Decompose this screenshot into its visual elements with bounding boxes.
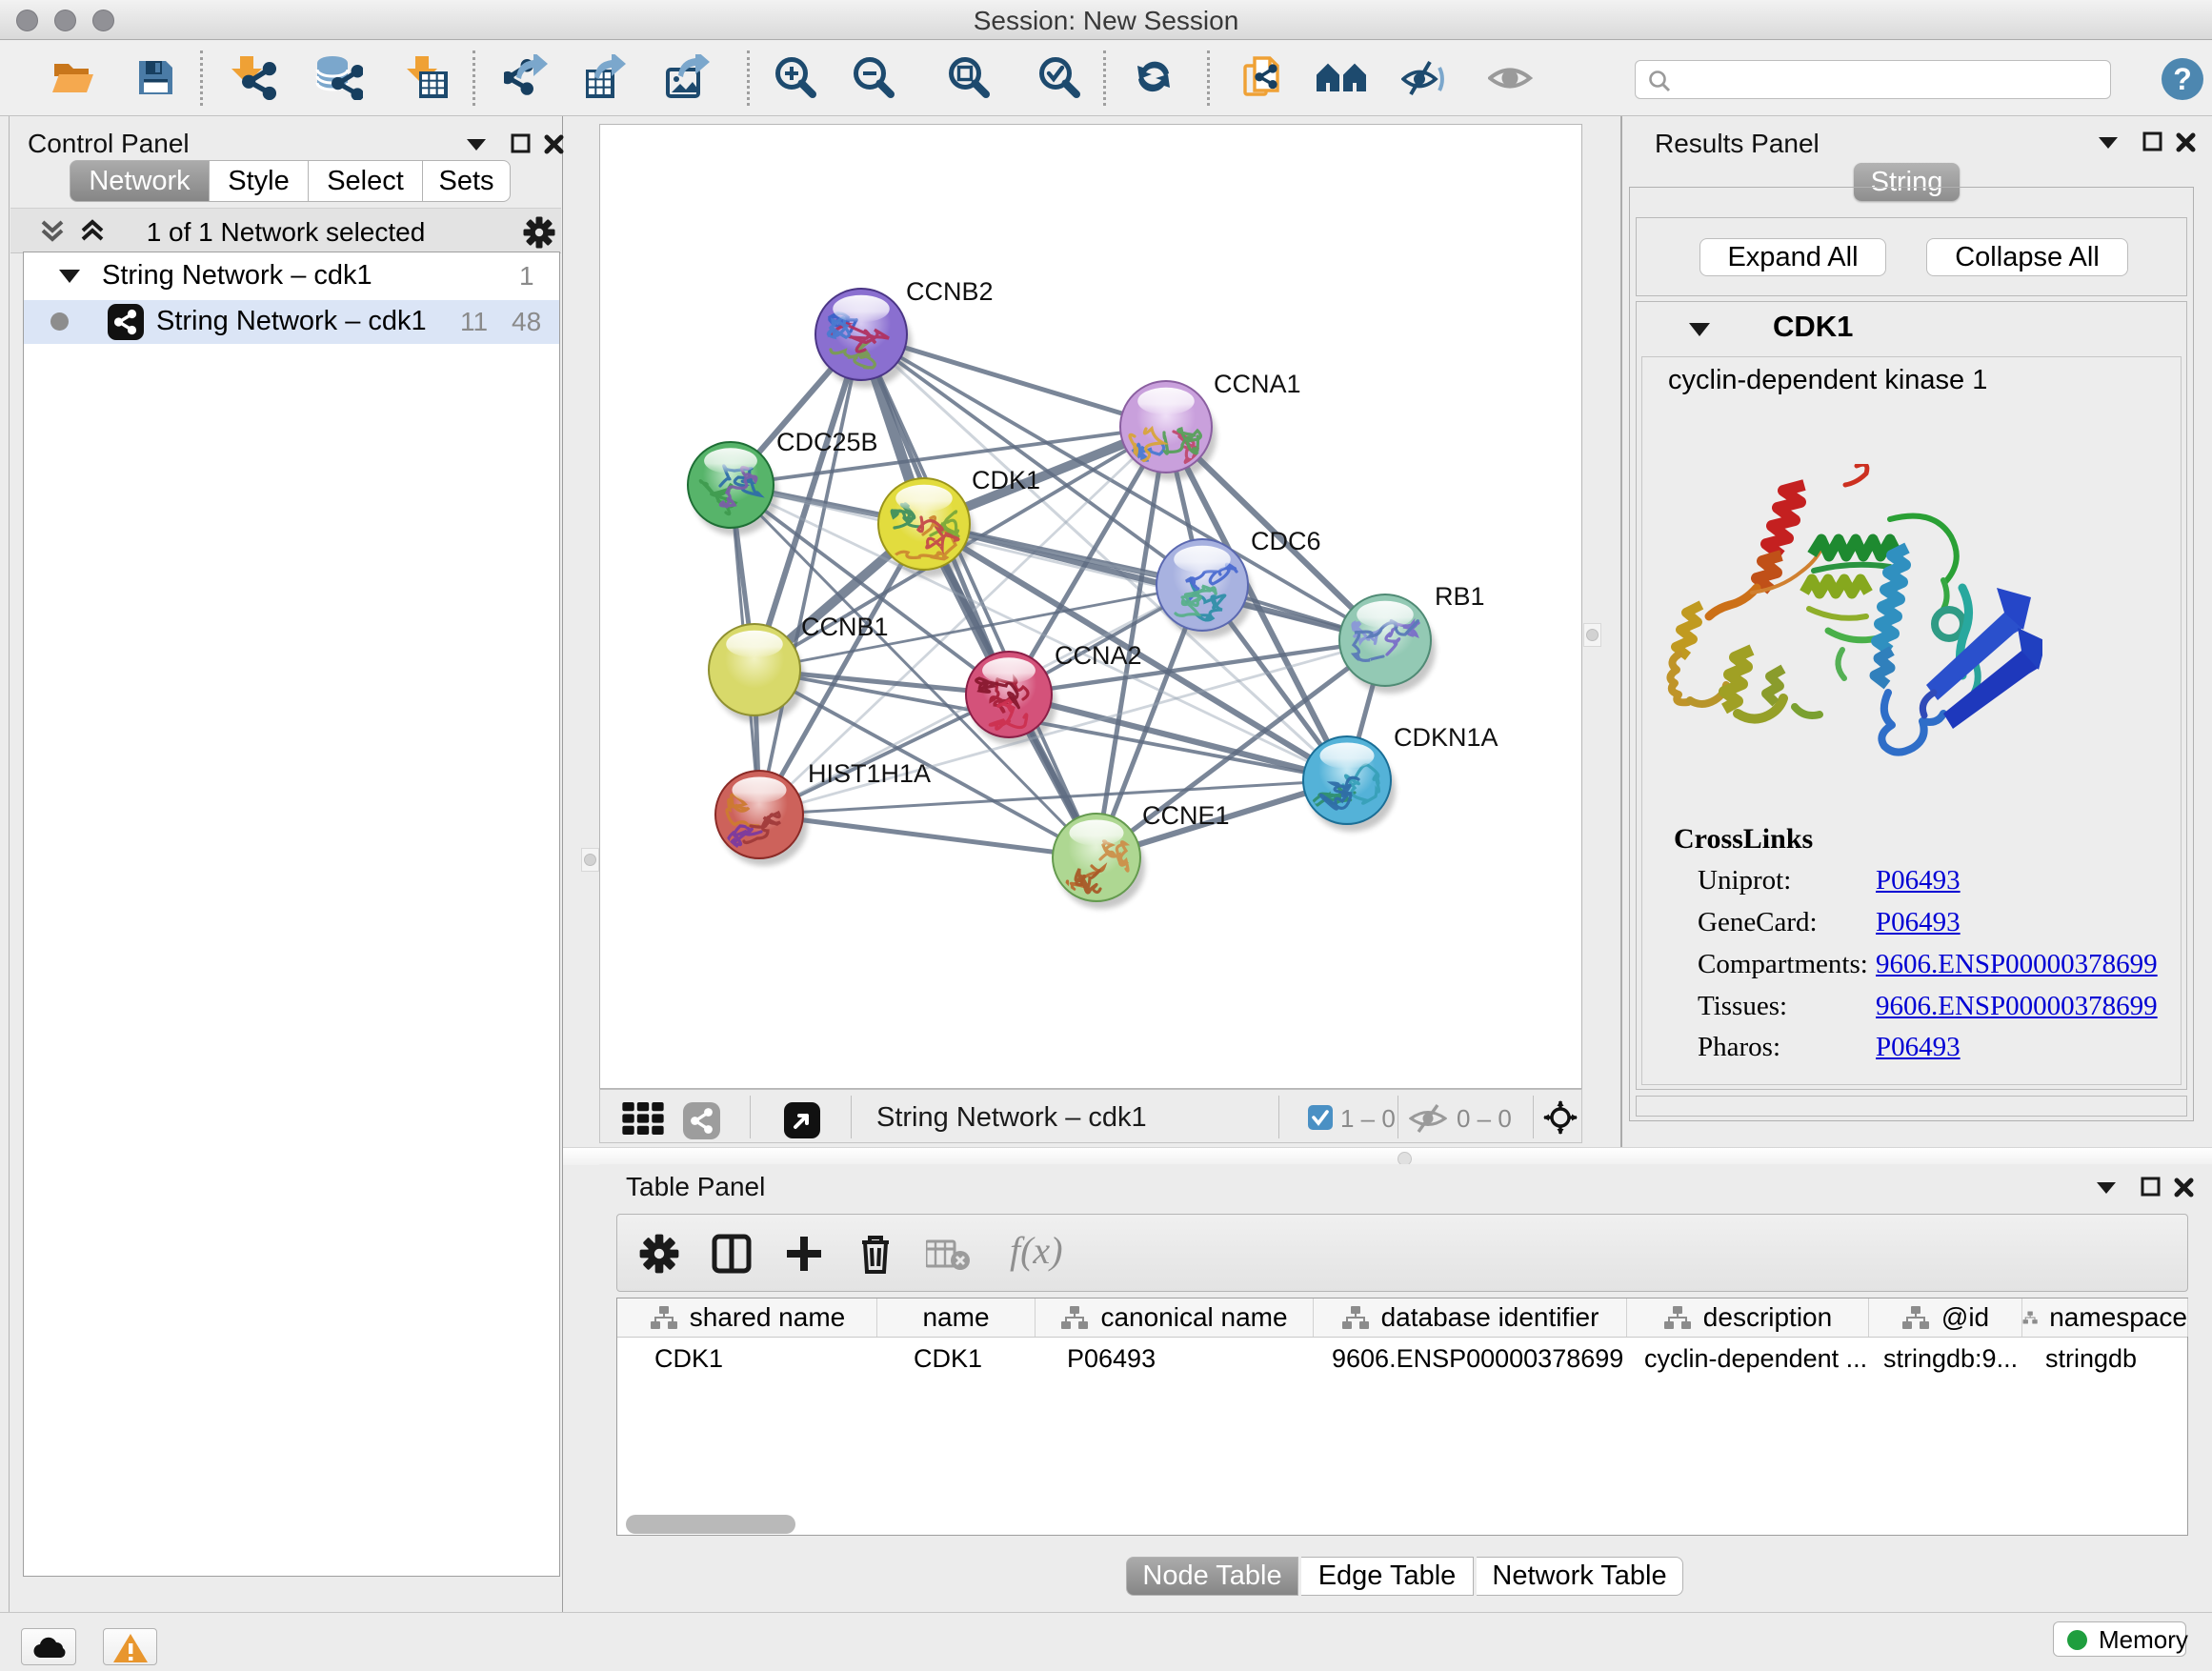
svg-text:CCNB1: CCNB1 — [801, 613, 889, 641]
svg-text:CDKN1A: CDKN1A — [1394, 723, 1498, 752]
svg-text:CDC6: CDC6 — [1251, 527, 1321, 555]
svg-text:CDK1: CDK1 — [972, 466, 1040, 494]
svg-text:CCNB2: CCNB2 — [906, 277, 994, 306]
svg-text:CCNA1: CCNA1 — [1214, 370, 1301, 398]
svg-text:HIST1H1A: HIST1H1A — [808, 759, 931, 788]
svg-text:CCNE1: CCNE1 — [1142, 801, 1230, 830]
svg-text:RB1: RB1 — [1435, 582, 1485, 611]
svg-text:CCNA2: CCNA2 — [1055, 641, 1142, 670]
svg-text:CDC25B: CDC25B — [776, 428, 878, 456]
